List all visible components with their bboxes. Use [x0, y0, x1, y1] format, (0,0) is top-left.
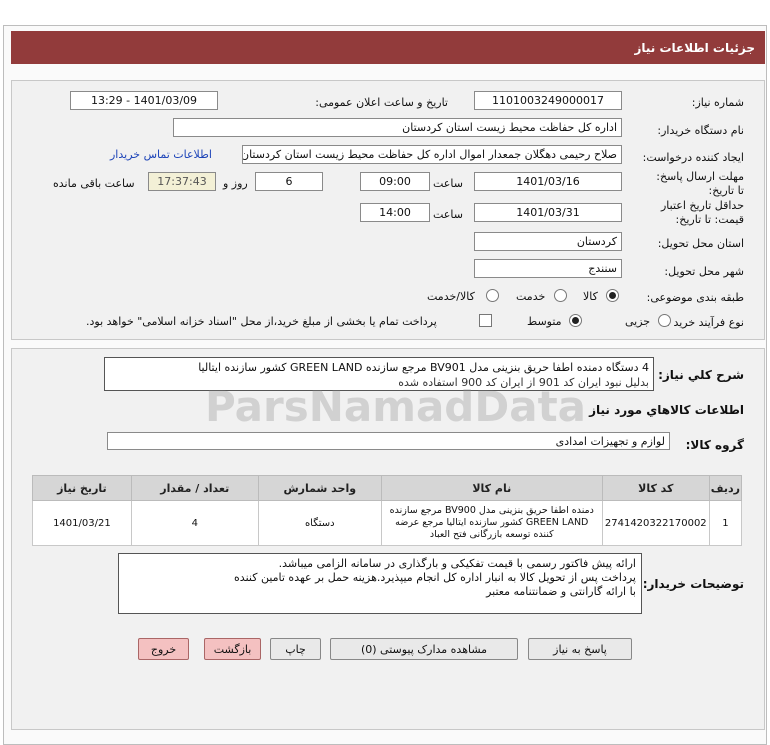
category-radio-both[interactable] — [486, 289, 499, 302]
goods-group-field: لوازم و تجهیزات امدادی — [107, 432, 670, 450]
deadline-time-field: 09:00 — [360, 172, 430, 191]
reply-button[interactable]: پاسخ به نیاز — [528, 638, 632, 660]
goods-section-title: اطلاعات کالاهاي مورد نياز — [589, 403, 744, 417]
category-option-service: خدمت — [516, 290, 546, 303]
city-field: سنندج — [474, 259, 622, 278]
buyer-field: اداره کل حفاظت محیط زیست استان کردستان — [173, 118, 622, 137]
attachments-button[interactable]: مشاهده مدارک پیوستی (0) — [330, 638, 518, 660]
cell-unit: دستگاه — [257, 500, 382, 546]
col-row: ردیف — [708, 475, 743, 501]
page-title: جزئیات اطلاعات نیاز — [634, 40, 755, 55]
announce-label: تاریخ و ساعت اعلان عمومی: — [315, 96, 448, 109]
cell-row: 1 — [708, 500, 743, 546]
days-field: 6 — [255, 172, 323, 191]
category-radio-service[interactable] — [554, 289, 567, 302]
province-label: استان محل تحویل: — [657, 237, 744, 250]
need-number-label: شماره نیاز: — [691, 96, 744, 109]
goods-table: ردیف کد کالا نام کالا واحد شمارش تعداد /… — [32, 475, 743, 546]
category-radio-goods[interactable] — [606, 289, 619, 302]
cell-code: 2741420322170002 — [601, 500, 710, 546]
city-label: شهر محل تحویل: — [664, 265, 744, 278]
validity-date-field: 1401/03/31 — [474, 203, 622, 222]
remaining-label: ساعت باقی مانده — [53, 177, 135, 190]
creator-label: ایجاد کننده درخواست: — [642, 151, 744, 164]
treasury-checkbox[interactable] — [479, 314, 492, 327]
description-box: 4 دستگاه دمنده اطفا حریق بنزینی مدل BV90… — [104, 357, 654, 391]
announce-field: 1401/03/09 - 13:29 — [70, 91, 218, 110]
creator-field: صلاح رحیمی دهگلان جمعدار اموال اداره کل … — [242, 145, 622, 164]
buyer-notes-line-2: پرداخت پس از تحویل کالا به انبار اداره ک… — [234, 571, 636, 584]
exit-button[interactable]: خروج — [138, 638, 189, 660]
back-button[interactable]: بازگشت — [204, 638, 261, 660]
buyer-notes-line-1: ارائه پیش فاکتور رسمی با قیمت تفکیکی و ب… — [278, 557, 636, 570]
col-code: کد کالا — [601, 475, 710, 501]
validity-label: حداقل تاریخ اعتبار قیمت: تا تاریخ: — [660, 199, 744, 226]
need-number-field: 1101003249000017 — [474, 91, 622, 110]
validity-time-label: ساعت — [433, 208, 463, 221]
validity-time-field: 14:00 — [360, 203, 430, 222]
process-option-medium: متوسط — [527, 315, 562, 328]
process-radio-medium[interactable] — [569, 314, 582, 327]
deadline-date-field: 1401/03/16 — [474, 172, 622, 191]
deadline-time-label: ساعت — [433, 177, 463, 190]
cell-date: 1401/03/21 — [32, 500, 132, 546]
buyer-notes-line-3: با ارائه گارانتی و ضمانتنامه معتبر — [486, 585, 636, 598]
process-label: نوع فرآیند خرید : — [666, 316, 744, 329]
col-unit: واحد شمارش — [257, 475, 382, 501]
buyer-contact-link[interactable]: اطلاعات تماس خریدار — [110, 148, 212, 161]
category-label: طبقه بندی موضوعی: — [646, 291, 744, 304]
buyer-label: نام دستگاه خریدار: — [657, 124, 744, 137]
days-label: روز و — [223, 177, 248, 190]
process-radio-partial[interactable] — [658, 314, 671, 327]
col-date: تاریخ نیاز — [32, 475, 132, 501]
description-label: شرح کلي نياز: — [658, 368, 744, 382]
col-qty: تعداد / مقدار — [130, 475, 259, 501]
process-option-partial: جزیی — [625, 315, 651, 328]
buyer-notes-box: ارائه پیش فاکتور رسمی با قیمت تفکیکی و ب… — [118, 553, 642, 614]
description-line-2: بدلیل نبود ایران کد 901 از ایران کد 900 … — [398, 376, 649, 389]
category-option-both: کالا/خدمت — [427, 290, 475, 303]
deadline-label: مهلت ارسال پاسخ: تا تاریخ: — [656, 170, 744, 197]
description-line-1: 4 دستگاه دمنده اطفا حریق بنزینی مدل BV90… — [198, 361, 649, 374]
province-field: کردستان — [474, 232, 622, 251]
cell-name: دمنده اطفا حریق بنزینی مدل BV900 مرجع سا… — [380, 500, 603, 546]
cell-qty: 4 — [130, 500, 259, 546]
treasury-note: پرداخت تمام یا بخشی از مبلغ خرید،از محل … — [86, 315, 437, 328]
buyer-notes-label: توضیحات خریدار: — [642, 577, 744, 591]
print-button[interactable]: چاپ — [270, 638, 321, 660]
remaining-time-field: 17:37:43 — [148, 172, 216, 191]
page-header: جزئیات اطلاعات نیاز — [11, 31, 765, 64]
goods-group-label: گروه کالا: — [685, 438, 744, 452]
goods-table-header: ردیف کد کالا نام کالا واحد شمارش تعداد /… — [32, 475, 743, 501]
table-row: 1 2741420322170002 دمنده اطفا حریق بنزین… — [32, 500, 743, 546]
col-name: نام کالا — [380, 475, 603, 501]
category-option-goods: کالا — [583, 290, 598, 303]
